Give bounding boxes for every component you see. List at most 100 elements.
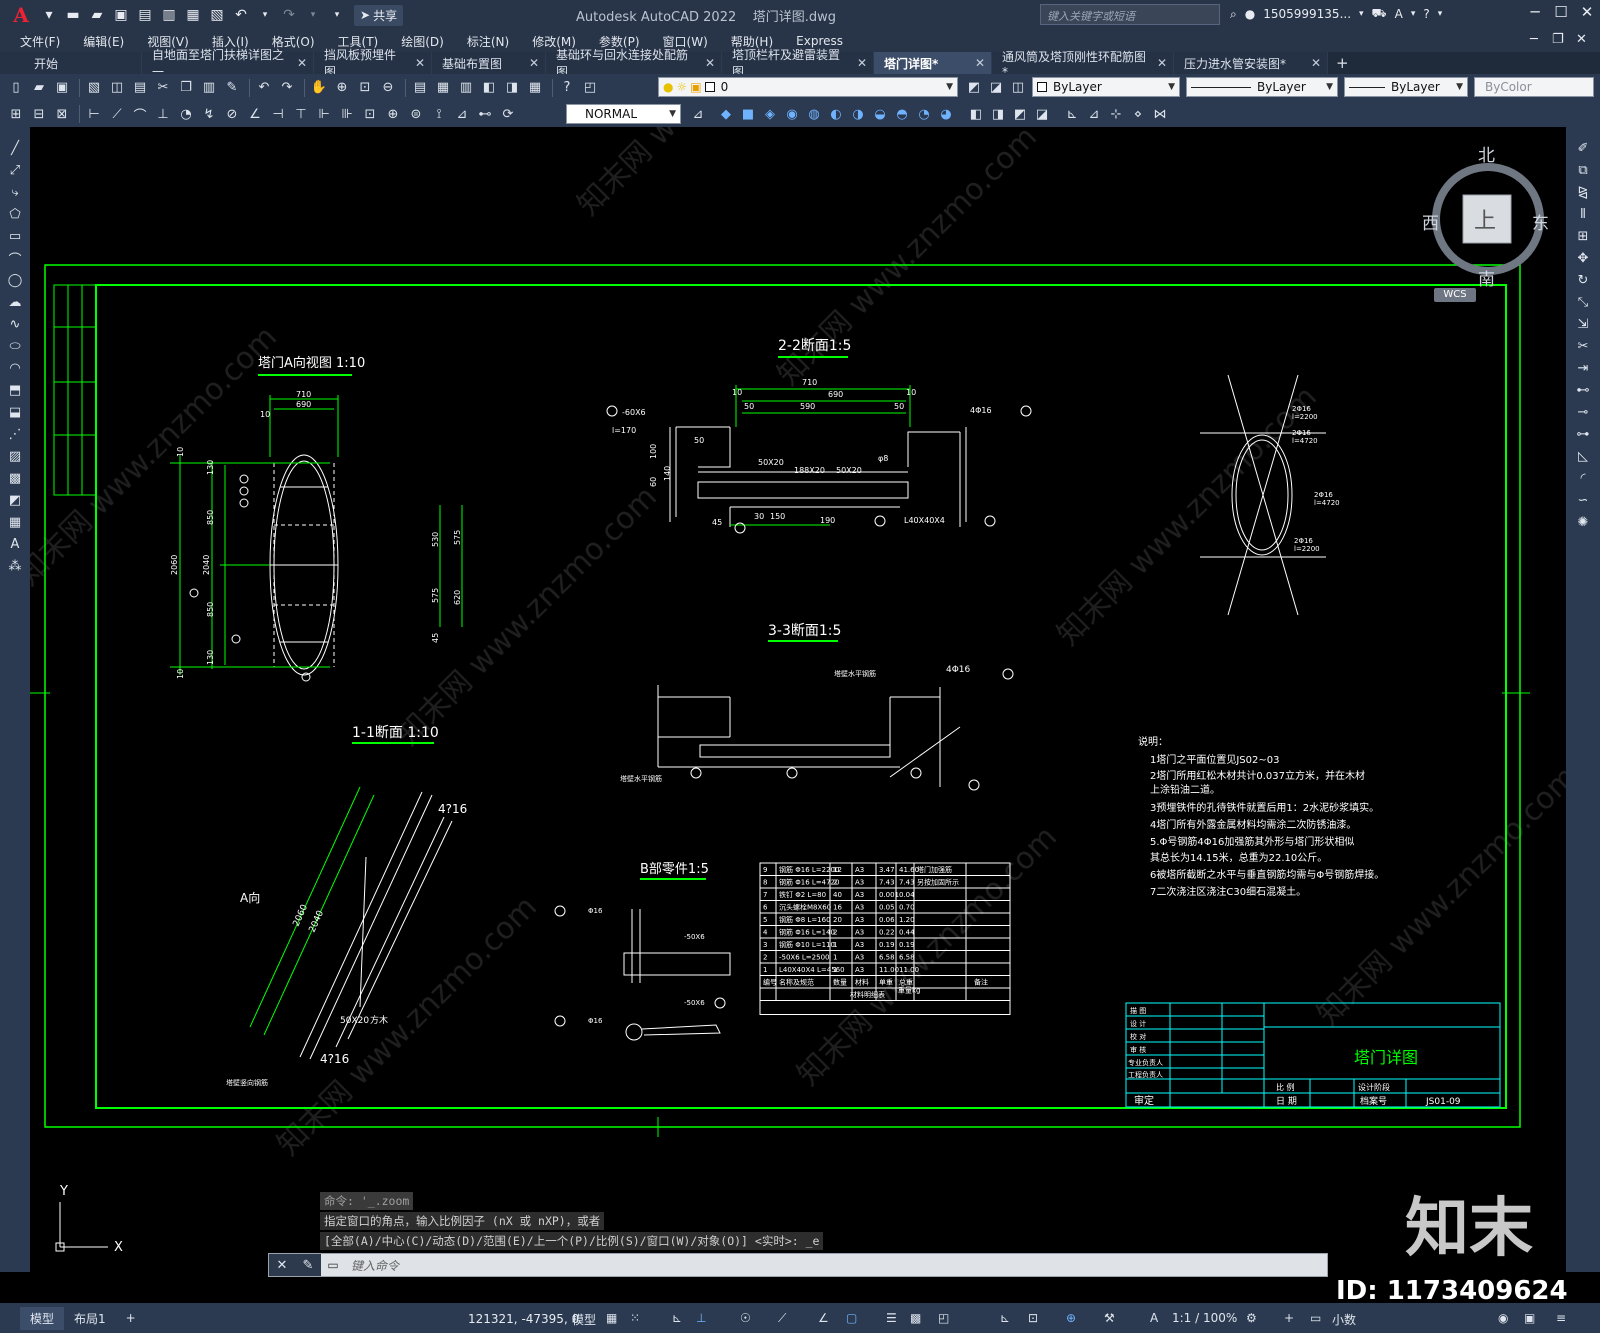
tab-layout1[interactable]: 布局1 [64,1307,116,1330]
gradient-icon[interactable]: ▩ [5,468,25,488]
line-icon[interactable]: ╱ [5,138,25,158]
quick-dimension-icon[interactable]: ⊣ [268,104,288,124]
make-current-icon[interactable]: ◩ [964,78,984,98]
undo-icon[interactable]: ↶ [230,4,252,26]
dimstyle-dropdown[interactable]: NORMAL ▼ [566,104,681,124]
close-tab-icon[interactable]: ✕ [529,56,539,70]
solid-subtract-icon[interactable]: ◉ [782,104,802,124]
qnew-icon[interactable]: ▬ [62,4,84,26]
ucs-icon[interactable]: ⊾ [1062,104,1082,124]
isodraft-icon[interactable]: ⟋ [778,1311,786,1326]
dim-arc-icon[interactable]: ⌒ [130,104,150,124]
share-button[interactable]: ➤ 共享 [354,4,404,26]
tab-windboard[interactable]: 挡风板预埋件图 ✕ [314,48,432,79]
multiline-text-icon[interactable]: A [5,534,25,554]
offset-icon[interactable]: ⫴ [1573,204,1593,224]
dynamic-ucs-icon[interactable]: ⊾ [1000,1311,1010,1325]
presspull-icon[interactable]: ◔ [914,104,934,124]
break-icon[interactable]: ⊸ [1573,402,1593,422]
tab-ventilation[interactable]: 通风筒及塔顶刚性环配筋图* ✕ [992,50,1174,79]
redo-icon[interactable]: ↷ [278,4,300,26]
polyline-icon[interactable]: ⤷ [5,182,25,202]
cut-icon[interactable]: ✂ [153,78,173,98]
cube-face-top[interactable]: 上 [1474,203,1496,235]
arc-icon[interactable]: ⌒ [5,248,25,268]
annotation-monitor-icon[interactable]: ⊕ [1066,1311,1076,1325]
slice-icon[interactable]: ◕ [936,104,956,124]
compass-south[interactable]: 南 [1478,265,1495,290]
wcs-menu[interactable]: WCS [1434,288,1476,302]
doc-close-icon[interactable]: ✕ [1576,32,1587,47]
otrack-icon[interactable]: ∠ [818,1311,829,1325]
close-icon[interactable]: ✕ [1574,3,1600,21]
spline-icon[interactable]: ∿ [5,314,25,334]
command-recent-icon[interactable]: ▭ [321,1258,345,1272]
add-icon[interactable]: + [1284,1311,1294,1325]
plotstyle-dropdown[interactable]: ByColor [1474,77,1594,97]
render-icon[interactable]: ◨ [988,104,1008,124]
plot-icon[interactable]: ▧ [84,78,104,98]
tab-tower-door[interactable]: 塔门详图* ✕ [874,52,992,74]
doc-restore-icon[interactable]: ❐ [1552,32,1564,47]
sweep-icon[interactable]: ◒ [870,104,890,124]
circle-icon[interactable]: ◯ [5,270,25,290]
lineweight-dropdown[interactable]: ByLayer ▼ [1344,77,1468,97]
rotate-icon[interactable]: ↻ [1573,270,1593,290]
extend-icon[interactable]: ⇥ [1573,358,1593,378]
scale-icon[interactable]: ⤡ [1573,292,1593,312]
open-web-icon[interactable]: ▥ [158,4,180,26]
fillet-icon[interactable]: ◜ [1573,468,1593,488]
customize-icon[interactable]: ≡ [1556,1311,1566,1325]
construction-line-icon[interactable]: ⤢ [5,160,25,180]
autocad-logo-icon[interactable]: A [6,2,36,28]
jog-line-icon[interactable]: ⟟ [429,104,449,124]
drawing-canvas[interactable]: 知末网 www.znzmo.com 知末网 www.znzmo.com 知末网 … [30,127,1566,1272]
tool-palettes-icon[interactable]: ▥ [456,78,476,98]
command-input[interactable]: 键入命令 [351,1257,399,1274]
sheet-set-icon[interactable]: ◧ [479,78,499,98]
chevron-down-icon[interactable]: ▾ [1359,9,1364,19]
tab-ring-rebar[interactable]: 基础环与回水连接处配筋图 ✕ [546,48,722,79]
dim-linear-icon[interactable]: ⊢ [84,104,104,124]
dim-ordinate-icon[interactable]: ⊥ [153,104,173,124]
dim-update-icon[interactable]: ⟳ [498,104,518,124]
quick-dim-icon[interactable]: ⊞ [6,104,26,124]
workspace-gear-icon[interactable]: ⚙ [1246,1311,1257,1325]
blend-icon[interactable]: ∽ [1573,490,1593,510]
zoom-realtime-icon[interactable]: ⊕ [332,78,352,98]
compass-west[interactable]: 西 [1422,209,1439,234]
zoom-previous-icon[interactable]: ⊖ [378,78,398,98]
copy-icon[interactable]: ❐ [176,78,196,98]
dim-aligned-icon[interactable]: ⟋ [107,104,127,124]
tab-foundation[interactable]: 基础布置图 ✕ [432,52,546,74]
compass-east[interactable]: 东 [1532,209,1549,234]
save-icon[interactable]: ▣ [110,4,132,26]
close-tab-icon[interactable]: ✕ [857,56,867,70]
wrench-icon[interactable]: ✎ [303,1258,314,1273]
visual-style-icon[interactable]: ◧ [966,104,986,124]
dim-text-edit-icon[interactable]: ⊷ [475,104,495,124]
lights-icon[interactable]: ◪ [1032,104,1052,124]
insert-block-icon[interactable]: ⬒ [5,380,25,400]
close-tab-icon[interactable]: ✕ [975,56,985,70]
copy-object-icon[interactable]: ⧉ [1573,160,1593,180]
compass-north[interactable]: 北 [1478,141,1495,166]
dim-radius-icon[interactable]: ◔ [176,104,196,124]
chevron-down-icon[interactable]: ▾ [1411,9,1416,19]
clean-screen-icon[interactable]: ▭ [1310,1311,1321,1325]
annotation-visibility-icon[interactable]: ⚒ [1104,1311,1115,1325]
linear-dim-icon[interactable]: ⊟ [29,104,49,124]
infer-icon[interactable]: ⊾ [672,1311,682,1325]
dim-jogged-icon[interactable]: ↯ [199,104,219,124]
search-icon[interactable]: ⌕ [1230,7,1237,22]
dim-baseline-icon[interactable]: ⊤ [291,104,311,124]
customize-qat-icon[interactable]: ▾ [326,4,348,26]
array-icon[interactable]: ⊞ [1573,226,1593,246]
polygon-icon[interactable]: ⬠ [5,204,25,224]
join-icon[interactable]: ⊶ [1573,424,1593,444]
layer-state-icon[interactable]: ◫ [1008,78,1028,98]
extrude-icon[interactable]: ◐ [826,104,846,124]
menu-file[interactable]: 文件(F) [20,33,60,50]
menu-dimension[interactable]: 标注(N) [467,33,509,50]
tab-model[interactable]: 模型 [20,1306,65,1330]
